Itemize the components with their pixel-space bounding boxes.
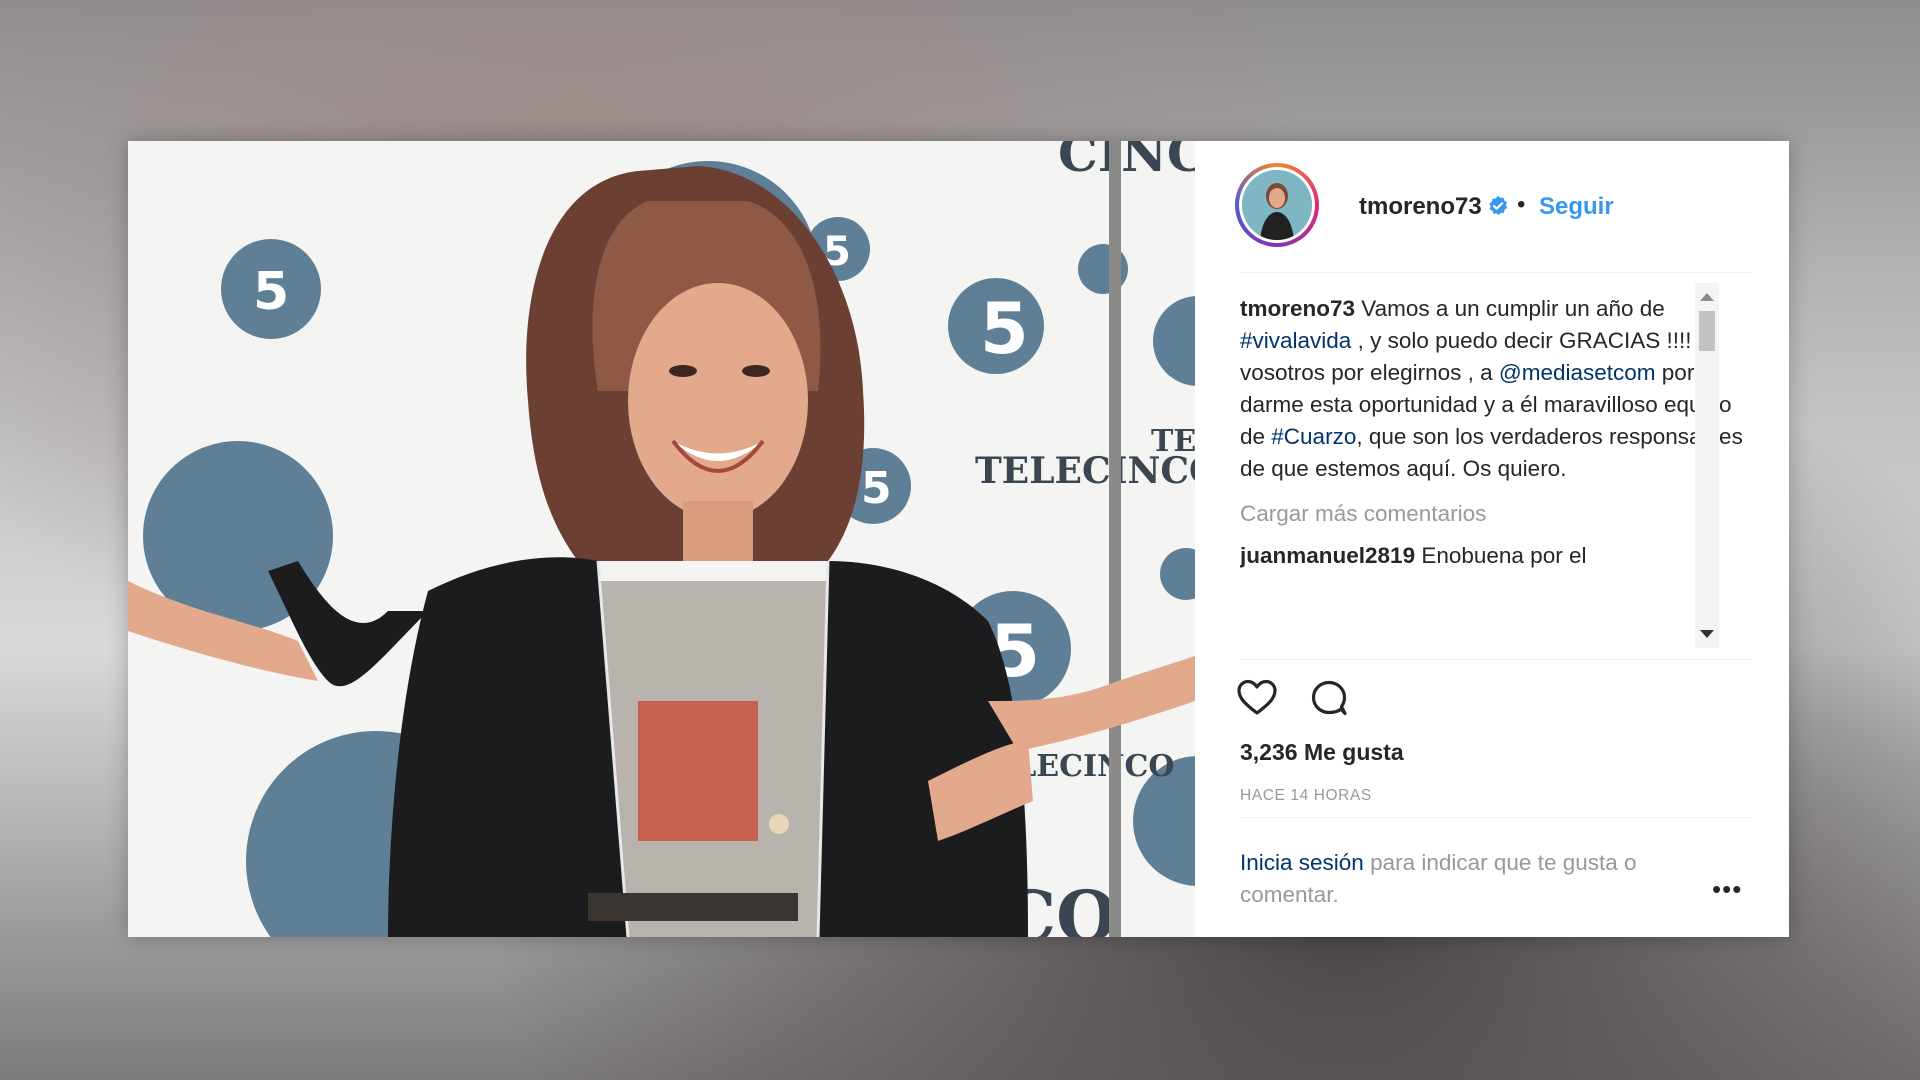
svg-text:5: 5 <box>861 463 892 514</box>
comment-bubble-icon[interactable] <box>1307 676 1351 720</box>
login-prompt: Inicia sesión para indicar que te gusta … <box>1240 850 1637 907</box>
post-timestamp: HACE 14 HORAS <box>1240 787 1372 804</box>
follow-button[interactable]: Seguir <box>1539 193 1614 221</box>
scroll-up-arrow[interactable] <box>1700 293 1714 301</box>
logo-five: 5 <box>253 262 289 322</box>
avatar-image <box>1242 170 1312 240</box>
post-photo: 5 5 5 5 5 TELECINCO TELECINCO TEL CINCO … <box>128 141 1195 937</box>
username[interactable]: tmoreno73 <box>1359 193 1482 221</box>
caption-username[interactable]: tmoreno73 <box>1240 296 1355 321</box>
more-options-icon[interactable]: ••• <box>1712 876 1742 902</box>
comment-text: Enobuena por el <box>1415 543 1587 568</box>
comments-list: tmoreno73 Vamos a un cumplir un año de #… <box>1240 281 1752 646</box>
verified-badge-icon <box>1489 195 1508 216</box>
telecinco-wall-text: TEL <box>1151 424 1195 459</box>
divider <box>1240 272 1752 273</box>
divider <box>1240 659 1752 660</box>
load-more-comments-button[interactable]: Cargar más comentarios <box>1240 501 1752 527</box>
post-caption: tmoreno73 Vamos a un cumplir un año de #… <box>1240 296 1743 481</box>
likes-count[interactable]: 3,236 Me gusta <box>1240 739 1404 766</box>
comment-item: juanmanuel2819 Enobuena por el <box>1240 543 1752 569</box>
post-header: tmoreno73 • Seguir <box>1195 141 1789 273</box>
svg-text:CINCO: CINCO <box>1058 141 1195 183</box>
separator-dot: • <box>1517 191 1526 218</box>
hashtag-link[interactable]: #vivalavida <box>1240 328 1351 353</box>
avatar[interactable] <box>1235 163 1319 247</box>
hashtag-link[interactable]: #Cuarzo <box>1271 424 1356 449</box>
comment-username[interactable]: juanmanuel2819 <box>1240 543 1415 568</box>
mention-link[interactable]: @mediasetcom <box>1499 360 1656 385</box>
heart-icon[interactable] <box>1235 676 1279 720</box>
instagram-post-embed: 5 5 5 5 5 TELECINCO TELECINCO TEL CINCO … <box>128 141 1789 937</box>
divider <box>1240 817 1752 818</box>
post-sidebar: tmoreno73 • Seguir tmoreno73 Vamos a un … <box>1195 141 1789 937</box>
comments-scrollbar[interactable] <box>1695 283 1719 648</box>
login-link[interactable]: Inicia sesión <box>1240 850 1364 875</box>
scroll-thumb[interactable] <box>1699 311 1715 351</box>
scroll-down-arrow[interactable] <box>1700 630 1714 638</box>
svg-text:5: 5 <box>980 288 1029 370</box>
